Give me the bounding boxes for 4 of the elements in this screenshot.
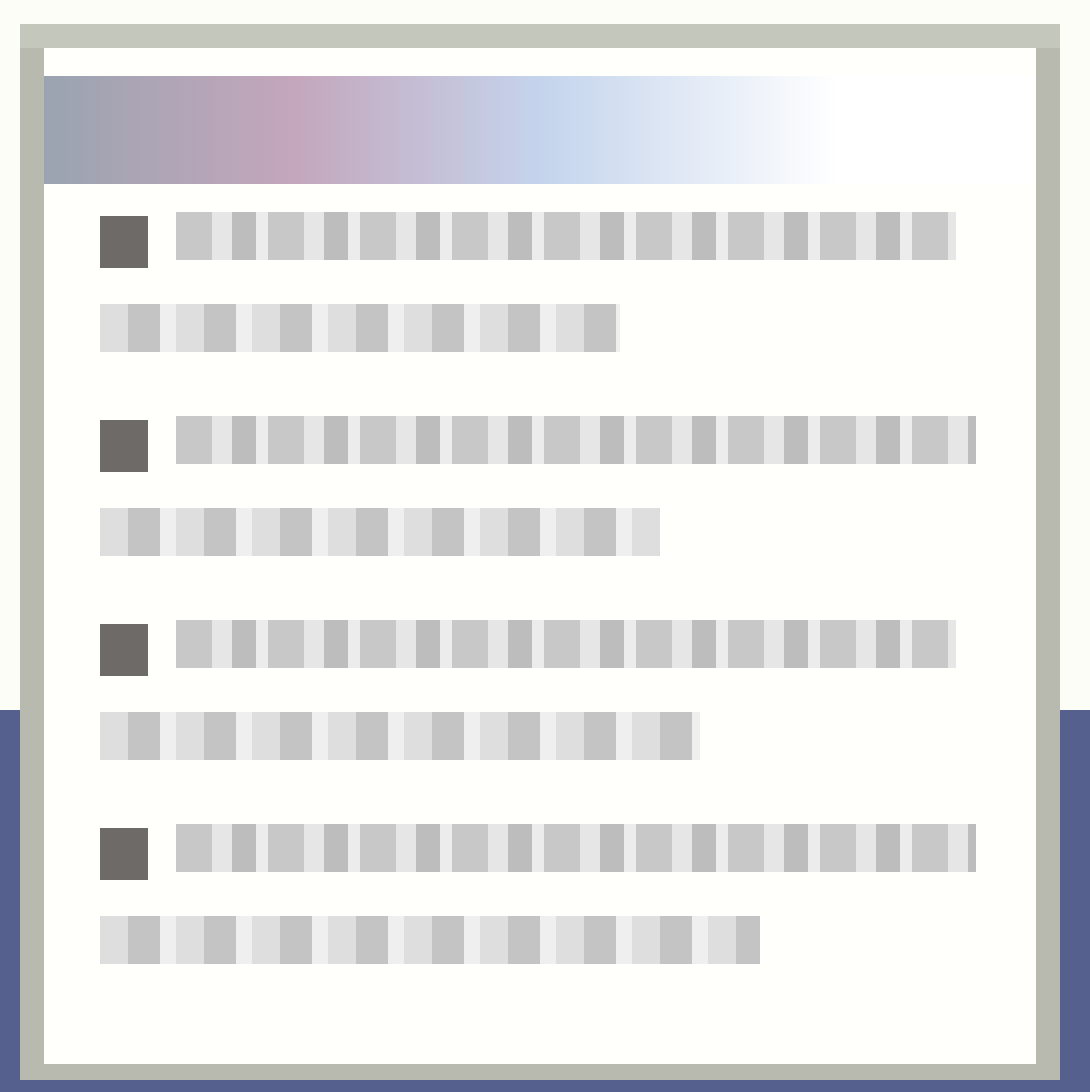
bullet-icon: [100, 828, 148, 880]
bullet-icon: [100, 624, 148, 676]
bullet-icon: [100, 420, 148, 472]
bullet-icon: [100, 216, 148, 268]
